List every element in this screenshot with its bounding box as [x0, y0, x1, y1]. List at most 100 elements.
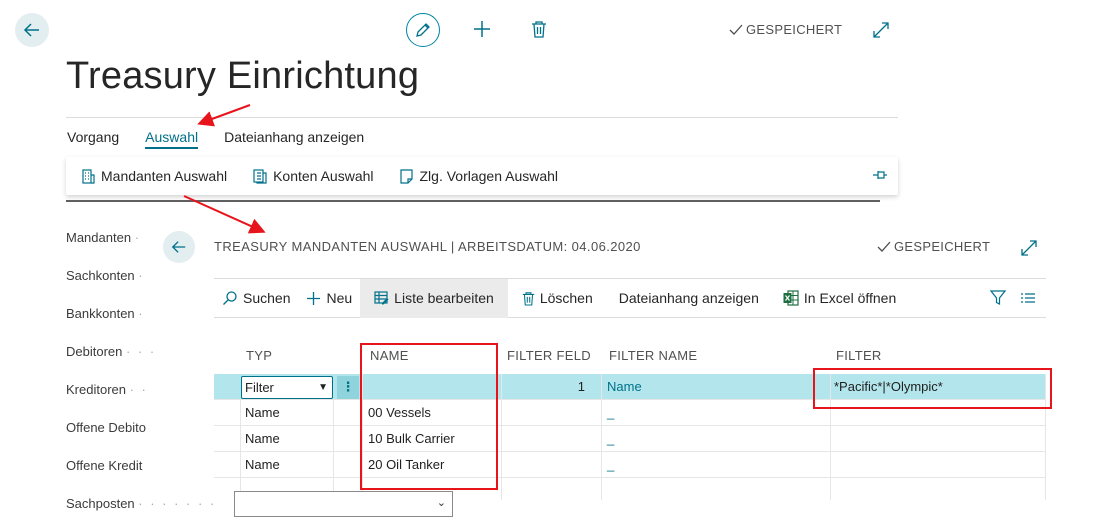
pin-icon[interactable] [872, 169, 888, 181]
excel-icon [783, 290, 799, 306]
nav-item-label: Kreditoren [66, 382, 126, 397]
ledger-icon [253, 168, 267, 184]
nav-item-sachposten[interactable]: Sachposten · · · · · · · · [66, 496, 216, 511]
page-title: Treasury Einrichtung [66, 55, 420, 97]
filter-name-cell[interactable]: _ [603, 426, 614, 452]
zlg-vorlagen-auswahl-action[interactable]: Zlg. Vorlagen Auswahl [399, 168, 559, 184]
nav-item-label: Debitoren [66, 344, 123, 359]
subpage-expand-button[interactable] [1020, 239, 1040, 259]
typ-cell[interactable]: Name [241, 400, 280, 426]
nav-item-sachkonten[interactable]: Sachkonten · [66, 268, 156, 283]
column-header-filter-name[interactable]: FILTER NAME [609, 348, 697, 363]
new-line-button[interactable]: Neu [298, 279, 360, 318]
nav-item-label: Sachposten [66, 496, 135, 511]
typ-dropdown[interactable]: ⌄ [234, 491, 453, 517]
konten-auswahl-label: Konten Auswahl [273, 168, 374, 184]
filter-icon[interactable] [990, 290, 1006, 306]
nav-item-label: Mandanten [66, 230, 132, 245]
title-divider [66, 117, 898, 118]
annotation-box-name-column [360, 343, 498, 490]
delete-line-button[interactable]: Löschen [508, 279, 601, 318]
row-menu-icon[interactable]: ⋮ [337, 376, 359, 399]
column-header-filter-feld[interactable]: FILTER FELD [507, 348, 591, 363]
delete-button[interactable] [527, 17, 551, 41]
nav-item-label: Offene Kredit [66, 458, 143, 473]
nav-item-offene-kreditoren[interactable]: Offene Kredit [66, 458, 156, 473]
arrow-left-icon [171, 241, 186, 253]
nav-item-label: Offene Debito [66, 420, 146, 435]
typ-select-value: Filter [245, 380, 274, 395]
typ-cell[interactable]: Name [241, 452, 280, 478]
column-header-typ[interactable]: TYP [246, 348, 272, 363]
arrow-left-icon [23, 23, 39, 37]
show-attachments-button[interactable]: Dateianhang anzeigen [601, 279, 767, 318]
grid-line [501, 374, 502, 500]
trash-icon [522, 291, 534, 306]
nav-item-bankkonten[interactable]: Bankkonten · [66, 306, 156, 321]
pane-divider [66, 200, 880, 202]
filter-feld-cell[interactable]: 1 [501, 374, 593, 400]
pencil-icon [416, 23, 430, 37]
expand-button[interactable] [872, 21, 892, 41]
subpage-saved-status: GESPEICHERT [877, 239, 990, 254]
subpage-title: TREASURY MANDANTEN AUSWAHL | ARBEITSDATU… [214, 239, 641, 254]
tab-auswahl[interactable]: Auswahl [145, 129, 199, 149]
table-row[interactable]: Name 10 Bulk Carrier _ [214, 426, 1046, 452]
filter-name-cell[interactable]: _ [603, 400, 614, 426]
nav-item-mandanten[interactable]: Mandanten · [66, 230, 156, 245]
search-button[interactable]: Suchen [214, 279, 298, 318]
delete-label: Löschen [539, 290, 593, 306]
nav-item-label: Sachkonten [66, 268, 135, 283]
annotation-arrow [197, 104, 251, 127]
tab-dateianhang[interactable]: Dateianhang anzeigen [224, 129, 364, 149]
grid-line [240, 400, 241, 500]
expand-icon [1021, 240, 1037, 256]
mandanten-auswahl-label: Mandanten Auswahl [101, 168, 228, 184]
search-icon [223, 291, 237, 305]
mandanten-auswahl-action[interactable]: Mandanten Auswahl [82, 168, 227, 184]
template-icon [399, 168, 413, 184]
nav-item-debitoren[interactable]: Debitoren · · · [66, 344, 156, 359]
edit-list-label: Liste bearbeiten [394, 290, 494, 306]
building-icon [82, 168, 95, 184]
new-button[interactable] [470, 17, 494, 41]
checkmark-icon [877, 241, 891, 252]
action-pane: Mandanten Auswahl Konten Auswahl Zlg. Vo… [66, 157, 898, 195]
subpage-saved-label: GESPEICHERT [894, 239, 991, 254]
plus-icon [474, 21, 490, 37]
attachments-label: Dateianhang anzeigen [618, 290, 759, 306]
subpage-back-button[interactable] [163, 231, 195, 263]
zlg-vorlagen-auswahl-label: Zlg. Vorlagen Auswahl [419, 168, 559, 184]
action-tabs: Vorgang Auswahl Dateianhang anzeigen [67, 129, 364, 149]
tab-vorgang[interactable]: Vorgang [67, 129, 119, 149]
typ-cell[interactable]: Name [241, 426, 280, 452]
filter-name-cell[interactable]: _ [603, 452, 614, 478]
toolbar-right-group [990, 290, 1046, 306]
saved-status: GESPEICHERT [729, 22, 842, 37]
grid-line [601, 374, 602, 500]
edit-button[interactable] [406, 13, 440, 47]
saved-status-label: GESPEICHERT [746, 22, 843, 37]
subpage-toolbar: Suchen Neu Liste bearbeiten Löschen Date… [214, 278, 1046, 318]
back-button[interactable] [15, 13, 49, 47]
search-label: Suchen [243, 290, 291, 306]
nav-item-label: Bankkonten [66, 306, 135, 321]
filter-name-cell[interactable]: Name [603, 374, 642, 400]
new-label: Neu [326, 290, 353, 306]
list-view-icon[interactable] [1020, 291, 1036, 305]
excel-label: In Excel öffnen [803, 290, 897, 306]
table-row[interactable]: Name 20 Oil Tanker _ [214, 452, 1046, 478]
konten-auswahl-action[interactable]: Konten Auswahl [253, 168, 374, 184]
nav-item-kreditoren[interactable]: Kreditoren · · [66, 382, 156, 397]
chevron-down-icon: ▼ [318, 382, 328, 393]
edit-list-button[interactable]: Liste bearbeiten [360, 278, 508, 318]
nav-item-offene-debitoren[interactable]: Offene Debito [66, 420, 156, 435]
annotation-box-filter-cell [813, 368, 1052, 409]
open-in-excel-button[interactable]: In Excel öffnen [767, 279, 904, 318]
trash-icon [532, 21, 546, 38]
chevron-down-icon: ⌄ [436, 497, 446, 509]
column-header-filter[interactable]: FILTER [836, 348, 882, 363]
grid-line [333, 400, 334, 500]
typ-select[interactable]: Filter ▼ [241, 376, 333, 399]
edit-list-icon [374, 291, 389, 305]
